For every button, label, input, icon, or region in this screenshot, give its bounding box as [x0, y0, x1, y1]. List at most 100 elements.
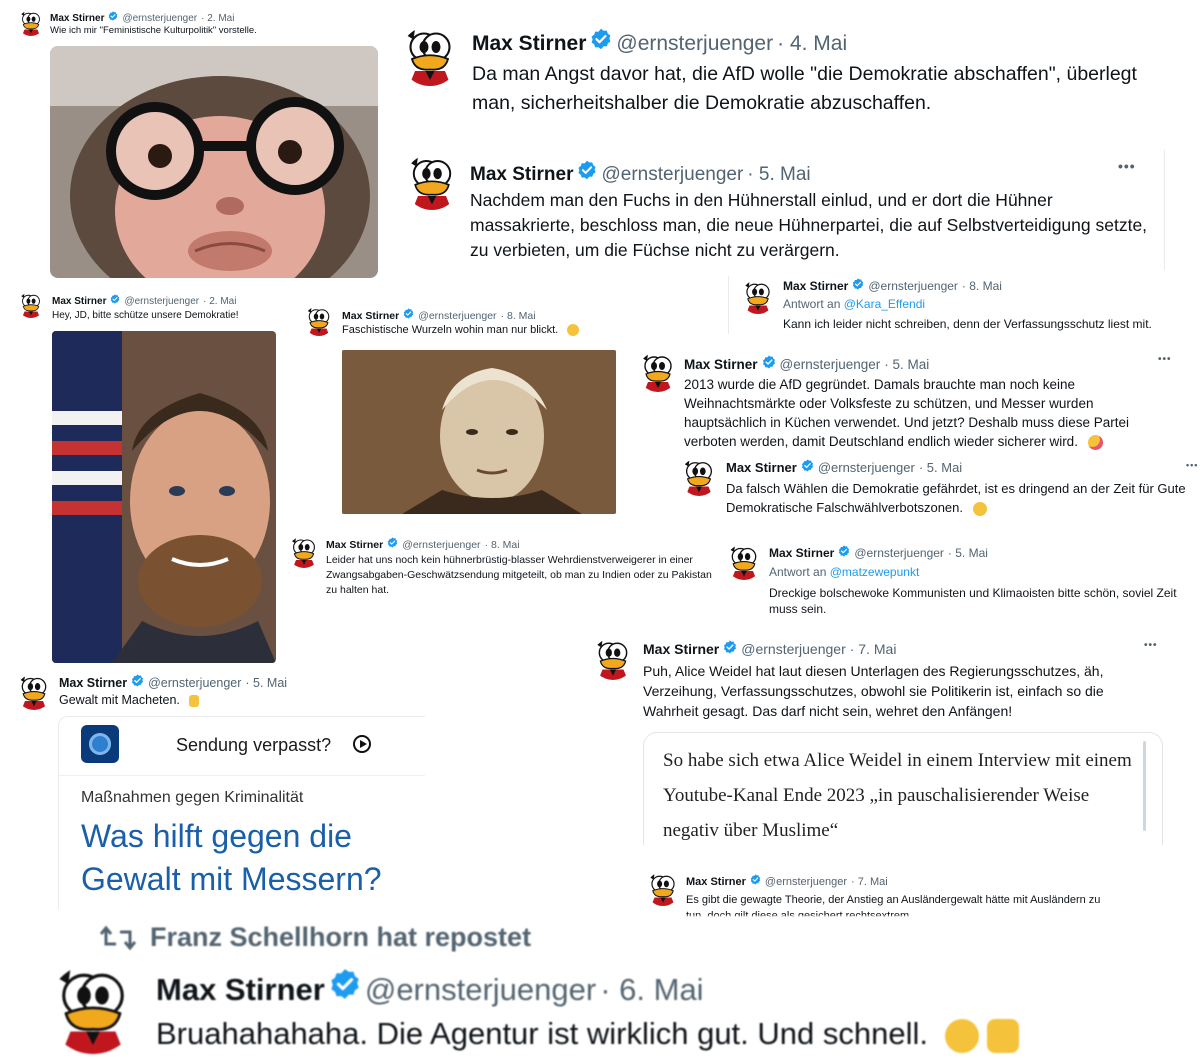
- avatar[interactable]: [680, 458, 718, 496]
- tweet-macheten[interactable]: Max Stirner @ernsterjuenger · 5. Mai Gew…: [14, 670, 425, 910]
- tweet-date[interactable]: · 6. Mai: [600, 972, 703, 1008]
- tweet-date[interactable]: · 4. Mai: [777, 32, 847, 56]
- author-handle[interactable]: @ernsterjuenger: [854, 546, 944, 560]
- tweet-date[interactable]: · 7. Mai: [850, 641, 897, 657]
- author-handle[interactable]: @ernsterjuenger: [601, 164, 743, 186]
- avatar[interactable]: [288, 536, 320, 568]
- tweet-date[interactable]: · 2. Mai: [203, 296, 236, 307]
- author-handle[interactable]: @ernsterjuenger: [365, 972, 596, 1008]
- tweet-text: Kann ich leider nicht schreiben, denn de…: [783, 317, 1152, 331]
- author-name[interactable]: Max Stirner: [726, 460, 797, 475]
- tweet-alice-weidel[interactable]: Max Stirner @ernsterjuenger · 7. Mai •••…: [590, 636, 1170, 845]
- verified-badge-icon: [403, 308, 414, 319]
- author-name[interactable]: Max Stirner: [156, 972, 325, 1008]
- avatar[interactable]: [16, 674, 52, 710]
- verified-badge-icon: [108, 11, 118, 21]
- tweet-repost-agentur[interactable]: Franz Schellhorn hat repostet Max Stirne…: [40, 916, 1190, 1059]
- author-handle[interactable]: @ernsterjuenger: [765, 876, 847, 888]
- tweet-text: 2013 wurde die AfD gegründet. Damals bra…: [684, 377, 1129, 449]
- tweet-reply-verfassungsschutz[interactable]: Max Stirner @ernsterjuenger · 8. Mai Ant…: [728, 276, 1195, 334]
- avatar[interactable]: [646, 872, 680, 906]
- tweet-afd-2013[interactable]: Max Stirner @ernsterjuenger · 5. Mai •••…: [636, 350, 1186, 454]
- avatar[interactable]: [304, 306, 334, 336]
- reply-prefix: Antwort an: [769, 565, 827, 579]
- avatar[interactable]: [404, 154, 460, 210]
- more-options-icon[interactable]: •••: [1118, 158, 1136, 174]
- author-name[interactable]: Max Stirner: [472, 32, 586, 56]
- author-handle[interactable]: @ernsterjuenger: [616, 32, 773, 56]
- author-name[interactable]: Max Stirner: [643, 641, 719, 657]
- author-name[interactable]: Max Stirner: [342, 310, 399, 322]
- author-name[interactable]: Max Stirner: [686, 876, 746, 888]
- monkey-glasses-image[interactable]: [50, 46, 378, 278]
- tweet-feminist-culture[interactable]: Max Stirner @ernsterjuenger · 2. Mai Wie…: [14, 4, 384, 278]
- author-handle[interactable]: @ernsterjuenger: [818, 460, 915, 475]
- sendung-verpasst-link[interactable]: Sendung verpasst?: [176, 735, 331, 756]
- author-name[interactable]: Max Stirner: [59, 676, 127, 690]
- tweet-date[interactable]: · 8. Mai: [485, 539, 520, 551]
- author-handle[interactable]: @ernsterjuenger: [741, 641, 846, 657]
- author-name[interactable]: Max Stirner: [470, 164, 573, 186]
- tweet-date[interactable]: · 5. Mai: [948, 546, 988, 560]
- repost-label[interactable]: Franz Schellhorn hat repostet: [150, 922, 531, 953]
- quote-scrollbar[interactable]: [1143, 741, 1146, 831]
- tweet-jd-democracy[interactable]: Max Stirner @ernsterjuenger · 2. Mai Hey…: [14, 286, 286, 666]
- author-name[interactable]: Max Stirner: [326, 539, 383, 551]
- tweet-fox-henhouse[interactable]: Max Stirner @ernsterjuenger · 5. Mai •••…: [400, 150, 1165, 270]
- repost-indicator[interactable]: Franz Schellhorn hat repostet: [100, 922, 531, 953]
- old-man-photo[interactable]: [342, 350, 616, 514]
- tweet-date[interactable]: · 5. Mai: [919, 460, 962, 475]
- avatar[interactable]: [726, 544, 762, 580]
- avatar[interactable]: [638, 352, 678, 392]
- tweet-date[interactable]: · 5. Mai: [245, 676, 287, 690]
- tweet-date[interactable]: · 2. Mai: [201, 13, 234, 24]
- avatar[interactable]: [18, 292, 44, 318]
- author-handle[interactable]: @ernsterjuenger: [148, 676, 241, 690]
- tweet-text: Faschistische Wurzeln wohin man nur blic…: [342, 324, 559, 336]
- tagesschau-logo-icon: [81, 725, 119, 763]
- play-circle-icon[interactable]: [353, 735, 371, 753]
- more-options-icon[interactable]: •••: [1186, 460, 1198, 470]
- tweet-afd-democracy[interactable]: Max Stirner @ernsterjuenger · 4. Mai Da …: [400, 20, 1190, 130]
- avatar[interactable]: [741, 280, 775, 314]
- tweet-date[interactable]: · 8. Mai: [962, 279, 1002, 293]
- more-options-icon[interactable]: •••: [1158, 354, 1172, 365]
- author-handle[interactable]: @ernsterjuenger: [780, 357, 881, 372]
- portrait-photo[interactable]: [52, 331, 276, 663]
- verified-badge-icon: [131, 674, 144, 687]
- tweet-wehrdienst[interactable]: Max Stirner @ernsterjuenger · 8. Mai Lei…: [288, 534, 718, 608]
- author-handle[interactable]: @ernsterjuenger: [124, 296, 199, 307]
- avatar[interactable]: [400, 26, 460, 86]
- author-name[interactable]: Max Stirner: [50, 13, 104, 24]
- avatar[interactable]: [18, 10, 44, 36]
- verified-badge-icon: [577, 160, 597, 180]
- tweet-fascist-roots[interactable]: Max Stirner @ernsterjuenger · 8. Mai Fas…: [300, 300, 630, 522]
- tweet-date[interactable]: · 7. Mai: [851, 876, 888, 888]
- verified-badge-icon: [852, 278, 864, 290]
- reply-mention-link[interactable]: @Kara_Effendi: [844, 297, 925, 311]
- quote-text: So habe sich etwa Alice Weidel in einem …: [663, 750, 1132, 841]
- tweet-date[interactable]: · 8. Mai: [501, 310, 536, 322]
- tweet-date[interactable]: · 5. Mai: [884, 357, 929, 372]
- author-name[interactable]: Max Stirner: [769, 546, 834, 560]
- tweet-reply-kommunisten[interactable]: Max Stirner @ernsterjuenger · 5. Mai Ant…: [726, 542, 1196, 620]
- tweet-text: Wie ich mir "Feministische Kulturpolitik…: [50, 25, 257, 36]
- author-handle[interactable]: @ernsterjuenger: [868, 279, 958, 293]
- author-handle[interactable]: @ernsterjuenger: [418, 310, 496, 322]
- news-headline[interactable]: Was hilft gegen die Gewalt mit Messern?: [81, 815, 421, 901]
- tweet-date[interactable]: · 5. Mai: [747, 164, 810, 186]
- news-card[interactable]: Sendung verpasst? Maßnahmen gegen Krimin…: [58, 716, 425, 909]
- tweet-falschwaehl-zones[interactable]: Max Stirner @ernsterjuenger · 5. Mai •••…: [678, 456, 1198, 520]
- reply-mention-link[interactable]: @matzewepunkt: [830, 565, 920, 579]
- avatar[interactable]: [48, 964, 138, 1054]
- author-name[interactable]: Max Stirner: [52, 296, 106, 307]
- author-handle[interactable]: @ernsterjuenger: [122, 13, 197, 24]
- avatar[interactable]: [592, 638, 634, 680]
- author-name[interactable]: Max Stirner: [783, 279, 848, 293]
- tweet-text: Puh, Alice Weidel hat laut diesen Unterl…: [643, 663, 1104, 719]
- relieved-face-emoji-icon: [567, 324, 580, 337]
- more-options-icon[interactable]: •••: [1144, 640, 1158, 651]
- author-name[interactable]: Max Stirner: [684, 357, 758, 372]
- author-handle[interactable]: @ernsterjuenger: [402, 539, 480, 551]
- quote-card[interactable]: So habe sich etwa Alice Weidel in einem …: [643, 732, 1163, 845]
